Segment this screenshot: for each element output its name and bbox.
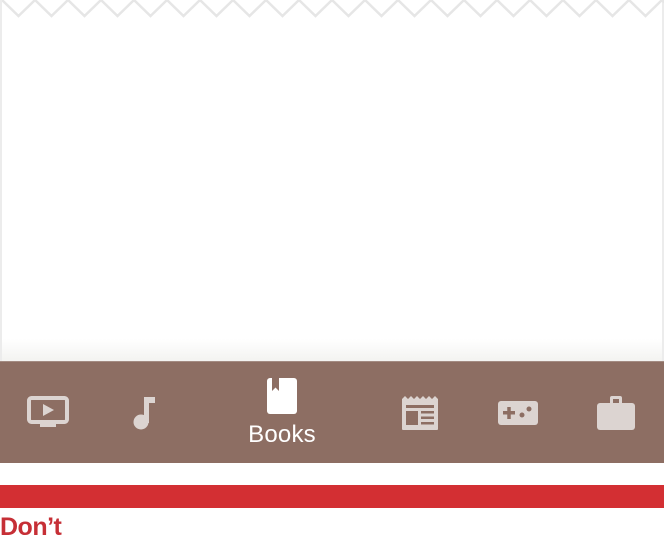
tab-books-label: Books	[248, 421, 316, 448]
tab-video[interactable]	[18, 362, 78, 464]
tab-news[interactable]	[390, 362, 450, 464]
spacer	[0, 463, 664, 485]
torn-edge-zigzag	[2, 0, 664, 18]
tab-music[interactable]	[115, 362, 175, 464]
briefcase-icon	[597, 396, 635, 430]
tab-work[interactable]	[586, 362, 646, 464]
music-note-icon	[133, 397, 155, 430]
screen-content-area	[0, 0, 664, 361]
newspaper-icon	[402, 396, 438, 430]
tab-games[interactable]	[488, 362, 548, 464]
bottom-tab-bar: Books	[0, 361, 664, 463]
screen-bottom-shadow	[2, 339, 662, 361]
gamepad-icon	[498, 401, 538, 425]
tab-books[interactable]: Books	[232, 362, 332, 464]
dont-indicator-bar	[0, 485, 664, 508]
tv-play-icon	[27, 396, 69, 427]
book-bookmark-icon	[267, 378, 297, 414]
dont-caption: Don’t	[0, 513, 62, 541]
